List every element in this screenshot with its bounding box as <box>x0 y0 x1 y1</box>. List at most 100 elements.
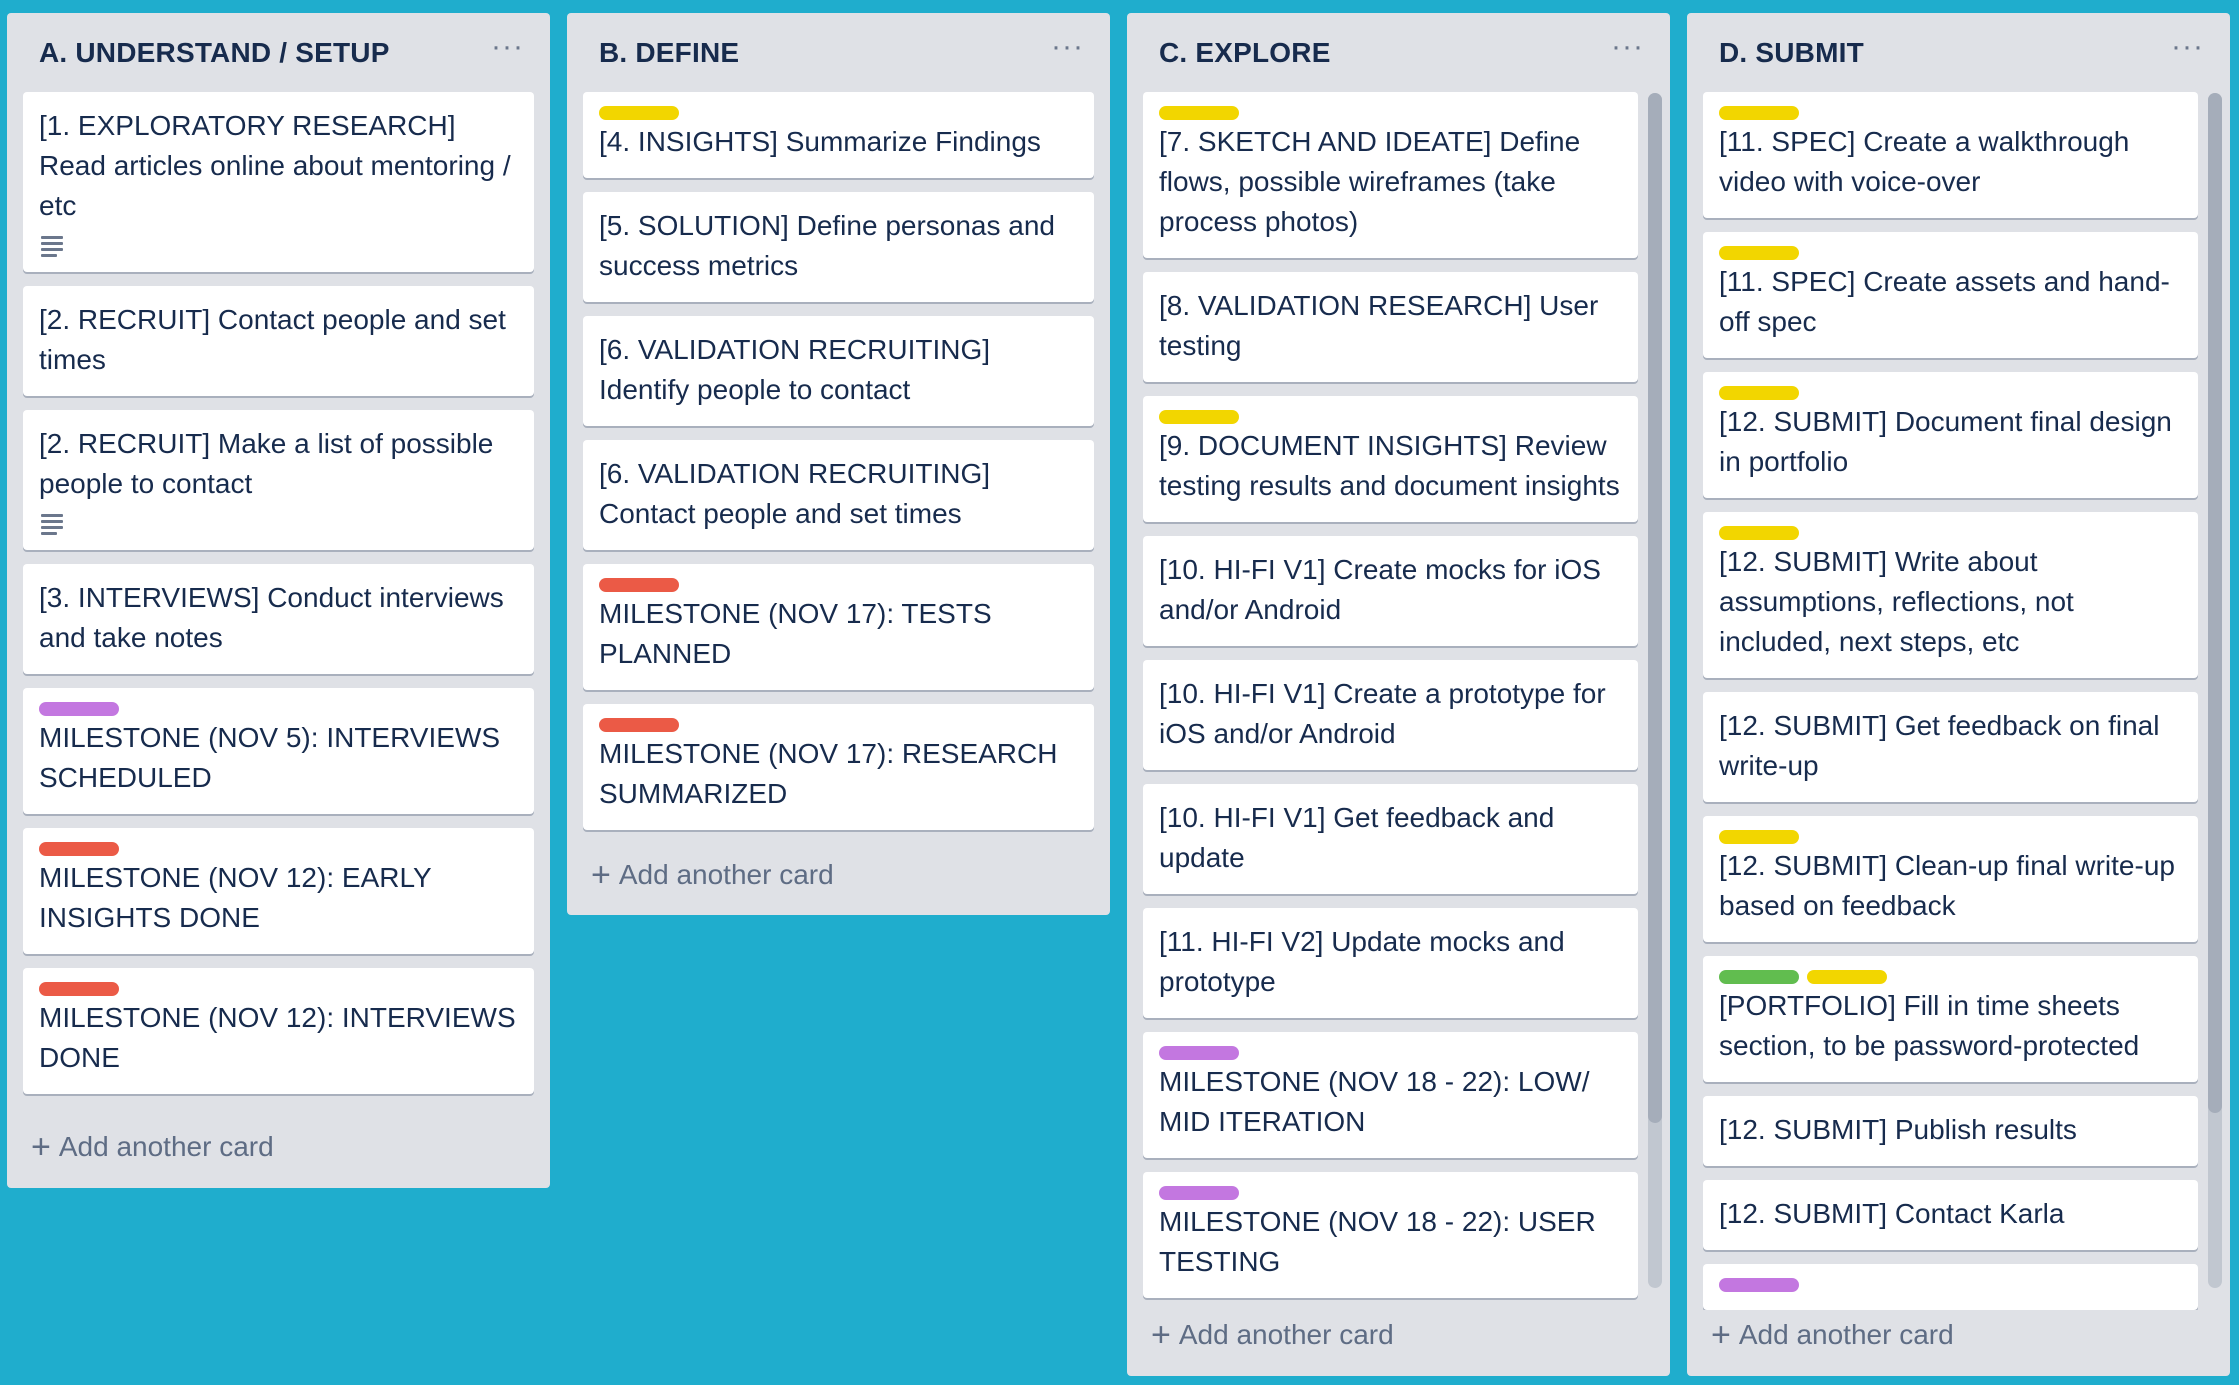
add-card-button[interactable]: + Add another card <box>31 1128 274 1167</box>
add-card-label: Add another card <box>618 859 834 890</box>
scrollbar[interactable] <box>2208 93 2222 1288</box>
card[interactable]: [12. SUBMIT] Write about assumptions, re… <box>1703 512 2198 678</box>
card-title: [5. SOLUTION] Define personas and succes… <box>599 210 1055 281</box>
card[interactable]: [1. EXPLORATORY RESEARCH] Read articles … <box>23 92 534 272</box>
card-title: [2. RECRUIT] Contact people and set time… <box>39 304 506 375</box>
scrollbar-thumb[interactable] <box>2208 93 2222 1113</box>
list-header[interactable]: C. EXPLORE ··· <box>1127 13 1670 93</box>
card-labels <box>1159 410 1622 424</box>
card[interactable]: [10. HI-FI V1] Get feedback and update <box>1143 784 1638 894</box>
card-list[interactable]: [7. SKETCH AND IDEATE] Define flows, pos… <box>1143 92 1638 1310</box>
list-define: B. DEFINE ··· [4. INSIGHTS] Summarize Fi… <box>567 13 1110 915</box>
add-card-button[interactable]: + Add another card <box>1711 1316 1954 1355</box>
list-menu-icon[interactable]: ··· <box>1051 32 1084 62</box>
card[interactable]: [12. SUBMIT] Document final design in po… <box>1703 372 2198 498</box>
list-title[interactable]: D. SUBMIT <box>1719 37 1864 69</box>
card[interactable]: [11. SPEC] Create assets and hand-off sp… <box>1703 232 2198 358</box>
list-title[interactable]: A. UNDERSTAND / SETUP <box>39 37 390 69</box>
list-header[interactable]: B. DEFINE ··· <box>567 13 1110 93</box>
label-yellow <box>1719 246 1799 260</box>
description-icon <box>39 234 65 257</box>
label-red <box>39 982 119 996</box>
list-menu-icon[interactable]: ··· <box>491 32 524 62</box>
list-title[interactable]: B. DEFINE <box>599 37 739 69</box>
card-labels <box>1159 1046 1622 1060</box>
card-list[interactable]: [11. SPEC] Create a walkthrough video wi… <box>1703 92 2198 1310</box>
card-labels <box>1719 1278 2182 1292</box>
card-list: [1. EXPLORATORY RESEARCH] Read articles … <box>23 92 534 1094</box>
card[interactable]: MILESTONE (NOV 12): EARLY INSIGHTS DONE <box>23 828 534 954</box>
add-card-label: Add another card <box>1178 1319 1394 1350</box>
list-menu-icon[interactable]: ··· <box>1611 32 1644 62</box>
label-yellow <box>599 106 679 120</box>
card-labels <box>1719 830 2182 844</box>
card-title: [12. SUBMIT] Clean-up final write-up bas… <box>1719 850 2175 921</box>
card[interactable]: [5. SOLUTION] Define personas and succes… <box>583 192 1094 302</box>
card[interactable]: [11. SPEC] Create a walkthrough video wi… <box>1703 92 2198 218</box>
card[interactable]: MILESTONE (NOV 18 - 22): LOW/ MID ITERAT… <box>1143 1032 1638 1158</box>
list-title[interactable]: C. EXPLORE <box>1159 37 1331 69</box>
list-header[interactable]: D. SUBMIT ··· <box>1687 13 2230 93</box>
plus-icon: + <box>591 856 611 894</box>
scrollbar-thumb[interactable] <box>1648 93 1662 1123</box>
card-title: [7. SKETCH AND IDEATE] Define flows, pos… <box>1159 126 1581 237</box>
card[interactable]: [7. SKETCH AND IDEATE] Define flows, pos… <box>1143 92 1638 258</box>
plus-icon: + <box>1151 1316 1171 1354</box>
card[interactable]: [10. HI-FI V1] Create mocks for iOS and/… <box>1143 536 1638 646</box>
scrollbar[interactable] <box>1648 93 1662 1288</box>
card-title: [1. EXPLORATORY RESEARCH] Read articles … <box>39 110 511 221</box>
description-icon <box>39 512 65 535</box>
card[interactable]: [12. SUBMIT] Publish results <box>1703 1096 2198 1166</box>
card-title: [2. RECRUIT] Make a list of possible peo… <box>39 428 494 499</box>
card-labels <box>1159 106 1622 120</box>
card-labels <box>1719 386 2182 400</box>
card[interactable]: MILESTONE (NOV 17): RESEARCH SUMMARIZED <box>583 704 1094 830</box>
card[interactable]: [10. HI-FI V1] Create a prototype for iO… <box>1143 660 1638 770</box>
card-title: [11. HI-FI V2] Update mocks and prototyp… <box>1159 926 1565 997</box>
add-card-button[interactable]: + Add another card <box>591 856 834 895</box>
list-header[interactable]: A. UNDERSTAND / SETUP ··· <box>7 13 550 93</box>
card[interactable]: [9. DOCUMENT INSIGHTS] Review testing re… <box>1143 396 1638 522</box>
card[interactable]: [2. RECRUIT] Contact people and set time… <box>23 286 534 396</box>
card-title: MILESTONE (NOV 12): INTERVIEWS DONE <box>39 1002 516 1073</box>
card[interactable]: [12. SUBMIT] Clean-up final write-up bas… <box>1703 816 2198 942</box>
card[interactable]: [4. INSIGHTS] Summarize Findings <box>583 92 1094 178</box>
label-purple <box>1159 1046 1239 1060</box>
plus-icon: + <box>1711 1316 1731 1354</box>
card[interactable]: MILESTONE (NOV 17): TESTS PLANNED <box>583 564 1094 690</box>
card[interactable]: MILESTONE (NOV 12): INTERVIEWS DONE <box>23 968 534 1094</box>
label-yellow <box>1159 410 1239 424</box>
card[interactable]: MILESTONE (NOV 5): INTERVIEWS SCHEDULED <box>23 688 534 814</box>
card[interactable]: [12. SUBMIT] Contact Karla <box>1703 1180 2198 1250</box>
card-labels <box>1719 246 2182 260</box>
card[interactable] <box>1703 1264 2198 1310</box>
card[interactable]: [3. INTERVIEWS] Conduct interviews and t… <box>23 564 534 674</box>
card[interactable]: [11. HI-FI V2] Update mocks and prototyp… <box>1143 908 1638 1018</box>
card[interactable]: [8. VALIDATION RESEARCH] User testing <box>1143 272 1638 382</box>
add-card-button[interactable]: + Add another card <box>1151 1316 1394 1355</box>
card[interactable]: [12. SUBMIT] Get feedback on final write… <box>1703 692 2198 802</box>
label-yellow <box>1807 970 1887 984</box>
label-red <box>599 718 679 732</box>
plus-icon: + <box>31 1128 51 1166</box>
card-title: MILESTONE (NOV 12): EARLY INSIGHTS DONE <box>39 862 432 933</box>
label-green <box>1719 970 1799 984</box>
card-title: [10. HI-FI V1] Create a prototype for iO… <box>1159 678 1606 749</box>
card[interactable]: [6. VALIDATION RECRUITING] Contact peopl… <box>583 440 1094 550</box>
card-labels <box>1719 970 2182 984</box>
card-title: [12. SUBMIT] Get feedback on final write… <box>1719 710 2160 781</box>
card[interactable]: [PORTFOLIO] Fill in time sheets section,… <box>1703 956 2198 1082</box>
label-purple <box>39 702 119 716</box>
card-title: [PORTFOLIO] Fill in time sheets section,… <box>1719 990 2140 1061</box>
card[interactable]: [6. VALIDATION RECRUITING] Identify peop… <box>583 316 1094 426</box>
card[interactable]: MILESTONE (NOV 18 - 22): USER TESTING <box>1143 1172 1638 1298</box>
card-labels <box>39 842 518 856</box>
card[interactable]: [2. RECRUIT] Make a list of possible peo… <box>23 410 534 550</box>
card-list: [4. INSIGHTS] Summarize Findings [5. SOL… <box>583 92 1094 830</box>
card-title: [10. HI-FI V1] Create mocks for iOS and/… <box>1159 554 1601 625</box>
card-labels <box>39 982 518 996</box>
card-title: MILESTONE (NOV 18 - 22): LOW/ MID ITERAT… <box>1159 1066 1590 1137</box>
list-menu-icon[interactable]: ··· <box>2171 32 2204 62</box>
list-explore: C. EXPLORE ··· [7. SKETCH AND IDEATE] De… <box>1127 13 1670 1376</box>
card-title: [10. HI-FI V1] Get feedback and update <box>1159 802 1555 873</box>
